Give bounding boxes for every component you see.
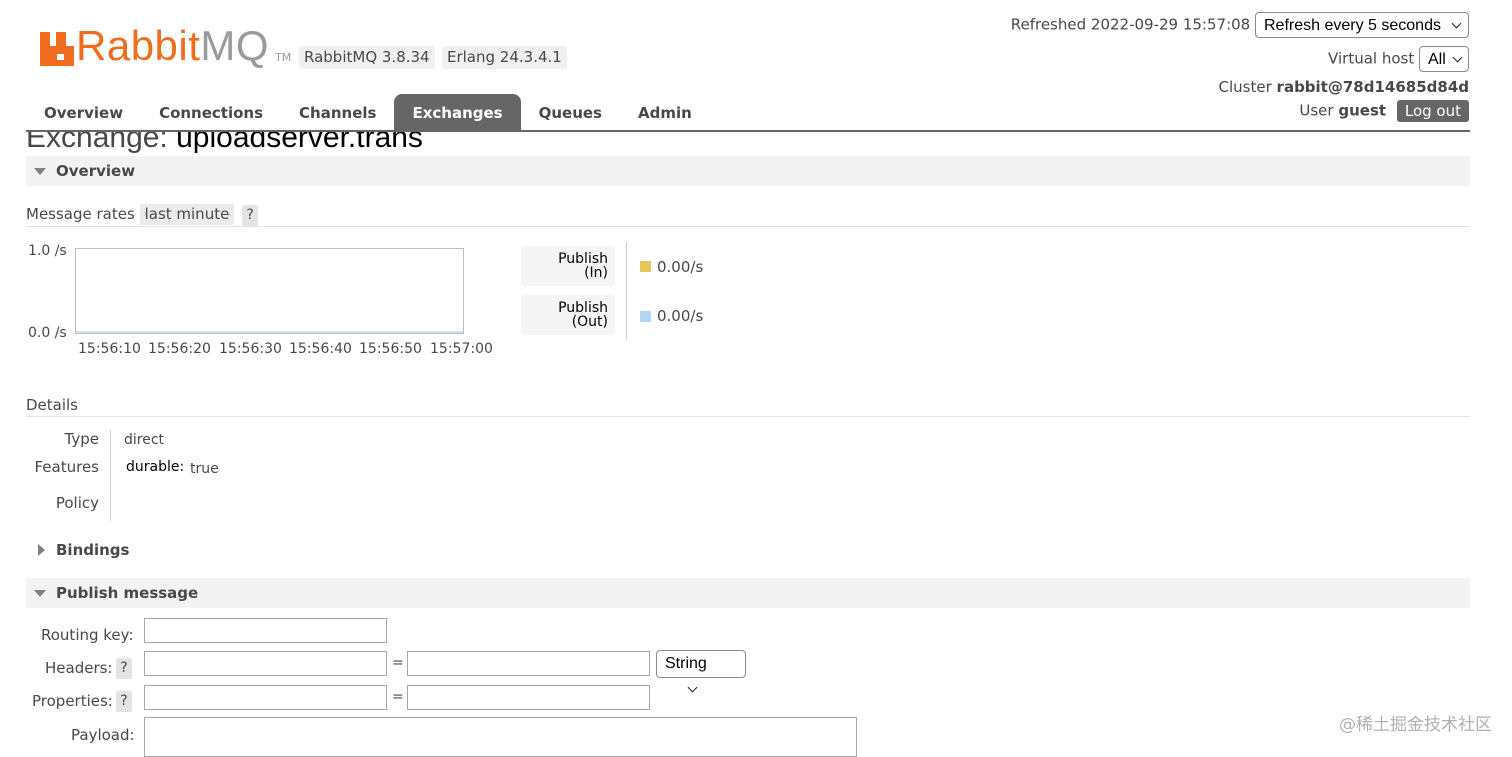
chart-series-baseline — [76, 331, 463, 333]
publish-out-label: Publish (Out) — [521, 295, 615, 335]
publish-section-label: Publish message — [56, 584, 199, 602]
rates-legend-divider — [626, 242, 627, 339]
rabbitmq-version-badge: RabbitMQ 3.8.34 — [299, 46, 435, 69]
message-rates-chart — [75, 248, 464, 334]
collapse-triangle-icon — [34, 168, 46, 175]
cluster-row: Cluster rabbit@78d14685d84d — [1219, 78, 1469, 96]
publish-section-header[interactable]: Publish message — [26, 578, 1470, 608]
nav-divider — [26, 130, 1470, 132]
chart-x-tick: 15:56:20 — [148, 341, 211, 357]
tab-overview[interactable]: Overview — [26, 94, 141, 131]
publish-in-label: Publish (In) — [521, 246, 615, 286]
details-column-divider — [110, 430, 111, 521]
user-name: guest — [1338, 101, 1387, 120]
chevron-down-icon — [687, 682, 698, 693]
durable-label: durable: — [126, 459, 185, 475]
tab-channels[interactable]: Channels — [281, 94, 394, 131]
logo-trademark: TM — [275, 51, 292, 64]
overview-section-header[interactable]: Overview — [26, 156, 1470, 186]
help-icon[interactable]: ? — [116, 658, 132, 679]
cluster-name: rabbit@78d14685d84d — [1276, 78, 1469, 96]
refresh-interval-select[interactable]: Refresh every 5 seconds — [1255, 12, 1469, 38]
tab-connections[interactable]: Connections — [141, 94, 281, 131]
overview-section-label: Overview — [56, 162, 136, 180]
type-value: direct — [124, 432, 165, 448]
payload-textarea[interactable] — [144, 717, 857, 757]
chevron-down-icon — [1451, 18, 1462, 29]
chevron-down-icon — [1452, 52, 1463, 63]
rates-divider — [26, 226, 1470, 227]
publish-in-rate: 0.00/s — [657, 258, 704, 276]
header-key-input[interactable] — [144, 651, 387, 676]
details-heading: Details — [26, 396, 79, 414]
message-rates-row: Message rates last minute ? — [26, 204, 259, 226]
main-nav: Overview Connections Channels Exchanges … — [26, 94, 710, 131]
bindings-section-label: Bindings — [56, 541, 130, 559]
type-label: Type — [64, 430, 99, 448]
refresh-row: Refreshed 2022-09-29 15:57:08 Refresh ev… — [1011, 12, 1469, 38]
publish-in-swatch — [640, 261, 651, 272]
publish-out-swatch — [640, 311, 651, 322]
user-label: User — [1299, 101, 1334, 120]
details-divider — [26, 416, 1470, 417]
chart-x-tick: 15:56:50 — [359, 341, 422, 357]
message-rates-label: Message rates — [26, 205, 135, 223]
chart-x-tick: 15:56:30 — [219, 341, 282, 357]
cluster-label: Cluster — [1218, 78, 1272, 96]
tab-admin[interactable]: Admin — [620, 94, 710, 131]
payload-label: Payload: — [71, 726, 135, 744]
tab-exchanges[interactable]: Exchanges — [394, 94, 521, 131]
policy-label: Policy — [55, 494, 99, 512]
routing-key-label: Routing key: — [41, 626, 134, 644]
rates-range-selector[interactable]: last minute — [139, 204, 235, 225]
header-type-select[interactable]: String — [656, 650, 746, 693]
rabbitmq-logo[interactable]: RabbitMQ TM — [40, 22, 292, 69]
chart-x-tick: 15:57:00 — [430, 341, 493, 357]
chart-x-tick: 15:56:40 — [289, 341, 352, 357]
property-key-input[interactable] — [144, 685, 387, 710]
rabbitmq-logo-icon — [40, 32, 74, 66]
expand-triangle-icon — [38, 544, 45, 556]
help-icon[interactable]: ? — [242, 205, 259, 226]
vhost-select[interactable]: All — [1419, 46, 1469, 72]
chart-x-tick: 15:56:10 — [78, 341, 141, 357]
properties-label: Properties: — [32, 692, 113, 710]
durable-value: true — [190, 461, 219, 477]
logout-button[interactable]: Log out — [1396, 100, 1469, 122]
help-icon[interactable]: ? — [116, 691, 132, 712]
chart-y-min-label: 0.0 /s — [28, 325, 67, 341]
equals-sign: = — [392, 689, 404, 705]
bindings-section-header[interactable]: Bindings — [26, 535, 1470, 565]
headers-label: Headers: — [45, 659, 113, 677]
tab-queues[interactable]: Queues — [521, 94, 620, 131]
erlang-version-badge: Erlang 24.3.4.1 — [442, 46, 567, 69]
header-value-input[interactable] — [407, 651, 650, 676]
collapse-triangle-icon — [34, 590, 46, 597]
routing-key-input[interactable] — [144, 618, 387, 643]
vhost-label: Virtual host — [1328, 49, 1415, 68]
publish-out-rate: 0.00/s — [657, 307, 704, 325]
refreshed-timestamp: Refreshed 2022-09-29 15:57:08 — [1010, 15, 1251, 34]
features-label: Features — [34, 458, 100, 476]
equals-sign: = — [392, 655, 404, 671]
watermark: @稀土掘金技术社区 — [1339, 715, 1492, 735]
chart-y-max-label: 1.0 /s — [28, 243, 67, 259]
vhost-row: Virtual host All — [1328, 46, 1469, 72]
logo-text: RabbitMQ — [76, 22, 270, 69]
user-row: User guest Log out — [1299, 100, 1469, 122]
property-value-input[interactable] — [407, 685, 650, 710]
